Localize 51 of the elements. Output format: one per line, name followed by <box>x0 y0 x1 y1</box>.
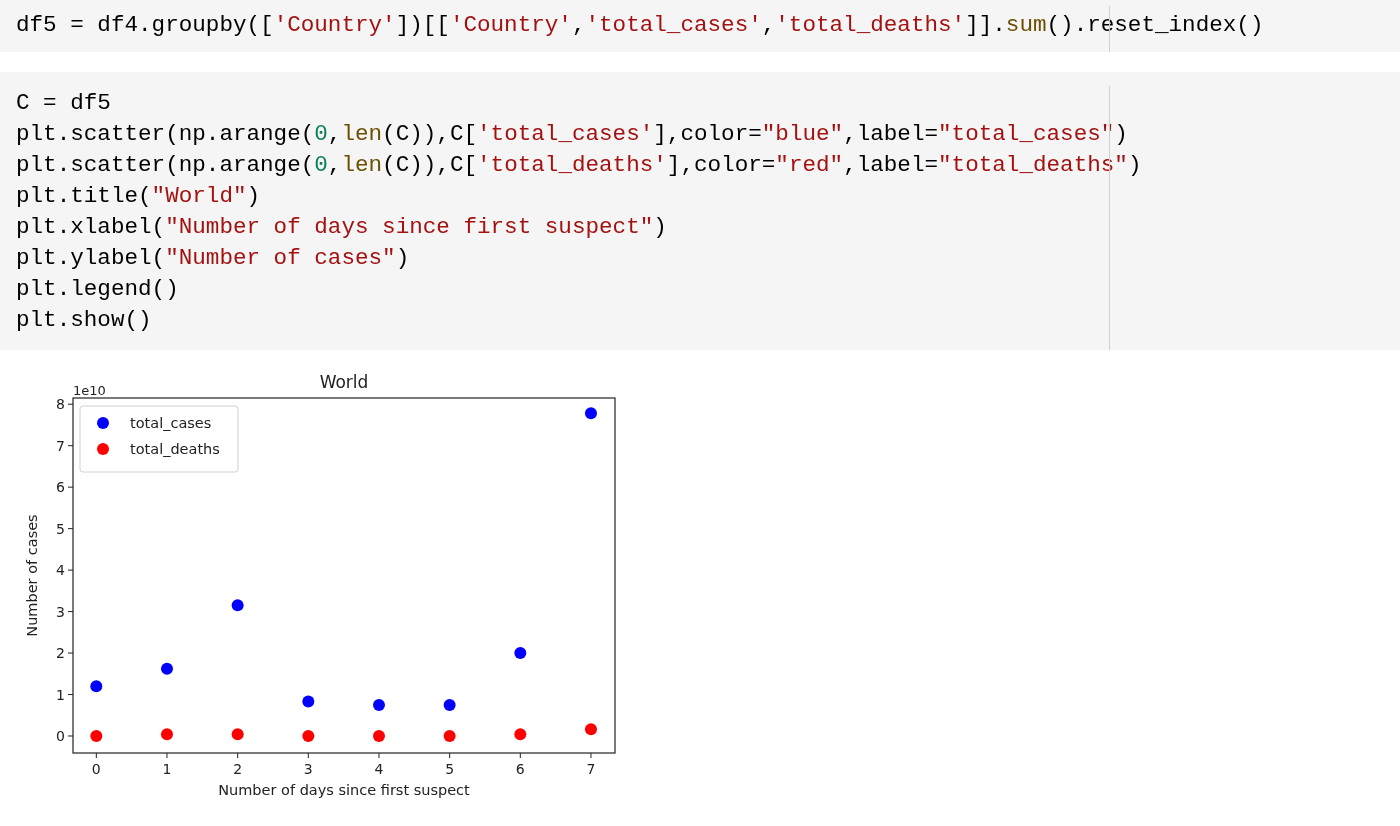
y-axis-label: Number of cases <box>24 514 40 637</box>
y-tick <box>67 528 74 530</box>
code-line: C = df5 <box>16 89 111 118</box>
x-tick-label: 1 <box>162 761 172 777</box>
x-tick-label: 3 <box>303 761 313 777</box>
x-tick <box>519 752 521 759</box>
y-tick <box>67 403 74 405</box>
x-axis-label: Number of days since first suspect <box>218 782 470 798</box>
x-tick-label: 6 <box>515 761 525 777</box>
x-tick <box>307 752 309 759</box>
y-tick <box>67 694 74 695</box>
x-tick <box>95 752 97 759</box>
y-tick-label: 5 <box>56 520 65 537</box>
y-tick-label: 0 <box>56 728 65 744</box>
y-tick-label: 7 <box>56 437 65 454</box>
x-tick <box>449 752 451 759</box>
x-tick <box>166 752 168 759</box>
code-line: plt.ylabel("Number of cases") <box>16 244 410 273</box>
axis-offset-label: 1e10 <box>73 383 106 398</box>
y-tick-label: 8 <box>56 396 65 413</box>
y-tick-label: 6 <box>56 479 65 496</box>
y-tick-label: 2 <box>56 645 65 662</box>
x-tick-label: 0 <box>91 761 101 777</box>
x-tick-label: 5 <box>445 761 455 777</box>
code-line: df5 = df4.groupby(['Country'])[['Country','total_cases','total_deaths']].sum().reset_index() <box>16 11 1264 40</box>
y-tick-label: 3 <box>56 603 65 620</box>
code-line: plt.scatter(np.arange(0,len(C)),C['total_cases'],color="blue",label="total_cases") <box>16 120 1128 149</box>
legend-label: total_cases <box>130 415 212 431</box>
x-tick-label: 4 <box>374 761 384 777</box>
code-line: plt.xlabel("Number of days since first suspect") <box>16 213 667 242</box>
code-line: plt.show() <box>16 306 152 335</box>
x-tick-label: 2 <box>233 761 243 777</box>
y-tick-label: 4 <box>56 562 65 579</box>
x-tick <box>378 752 380 759</box>
y-tick <box>67 445 74 447</box>
y-tick <box>67 611 74 613</box>
y-tick <box>67 735 74 737</box>
x-tick <box>590 752 592 759</box>
code-cell[interactable]: df5 = df4.groupby(['Country'])[['Country','total_cases','total_deaths']].sum().reset_index() <box>0 0 1400 52</box>
y-tick <box>67 652 74 654</box>
y-tick-label: 1 <box>56 686 65 703</box>
code-line: plt.legend() <box>16 275 179 304</box>
legend-label: total_deaths <box>130 441 220 457</box>
chart-title: World <box>319 372 369 392</box>
x-tick <box>237 752 239 759</box>
x-tick-label: 7 <box>586 761 596 777</box>
y-tick <box>67 486 74 488</box>
code-line: plt.title("World") <box>16 182 261 211</box>
code-cell[interactable] <box>0 72 1400 350</box>
y-tick <box>67 569 74 571</box>
code-line: plt.scatter(np.arange(0,len(C)),C['total_deaths'],color="red",label="total_deaths") <box>16 151 1142 180</box>
